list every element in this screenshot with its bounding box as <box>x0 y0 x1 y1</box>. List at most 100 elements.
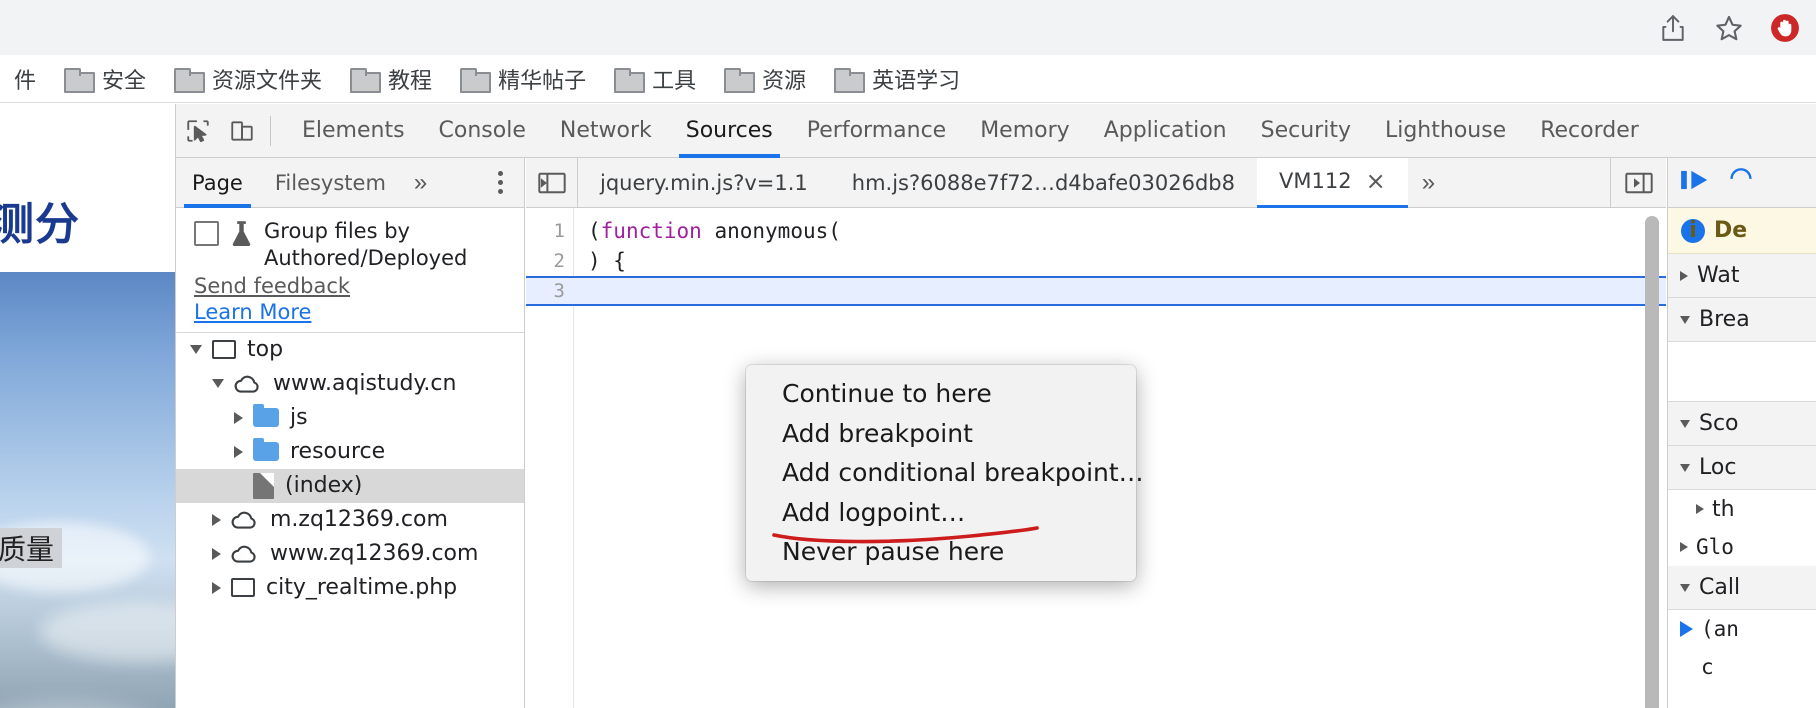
tree-item[interactable]: js <box>176 401 524 435</box>
debugger-section-header[interactable]: Wat <box>1668 254 1816 298</box>
panel-tab-network[interactable]: Network <box>543 104 669 158</box>
bookmark-item[interactable]: 工具 <box>600 59 710 99</box>
bookmark-star-icon[interactable] <box>1712 11 1746 45</box>
file-tab[interactable]: jquery.min.js?v=1.1 <box>578 158 830 208</box>
folder-icon <box>614 68 646 93</box>
debugger-section-header[interactable]: Sco <box>1668 402 1816 446</box>
inspect-element-icon[interactable] <box>176 109 220 153</box>
bookmarks-bar: 件 安全 资源文件夹 教程 精华帖子 工具 资源 英语学习 <box>0 55 1816 103</box>
scope-row[interactable]: th <box>1668 490 1816 528</box>
chevron-down-icon[interactable] <box>1680 463 1690 472</box>
debugger-section-header[interactable]: Call <box>1668 566 1816 610</box>
line-number[interactable]: 3 <box>526 280 574 302</box>
context-menu-item[interactable]: Add conditional breakpoint… <box>746 453 1144 493</box>
bookmark-item[interactable]: 安全 <box>50 59 160 99</box>
chevron-down-icon[interactable] <box>1680 583 1690 592</box>
chevron-down-icon[interactable] <box>190 345 202 355</box>
call-stack-row[interactable]: (an <box>1668 610 1816 648</box>
file-tree: top www.aqistudy.cn js resource (index) m.zq1… <box>176 333 524 605</box>
chevron-right-icon[interactable] <box>1680 542 1688 552</box>
cloud-icon <box>234 374 262 394</box>
browser-chrome <box>0 0 1816 55</box>
panel-tab-sources[interactable]: Sources <box>669 104 790 158</box>
context-menu-item[interactable]: Never pause here <box>746 532 1136 572</box>
collapse-navigator-icon[interactable] <box>526 158 578 208</box>
chevron-right-icon[interactable] <box>1696 504 1704 514</box>
extension-hand-icon[interactable] <box>1768 11 1802 45</box>
line-number[interactable]: 1 <box>526 220 574 242</box>
chevron-right-icon[interactable] <box>234 445 243 458</box>
debugger-section-label: Wat <box>1697 263 1740 288</box>
file-tab[interactable]: hm.js?6088e7f72…d4bafe03026db8 <box>830 158 1257 208</box>
context-menu-item[interactable]: Add breakpoint <box>746 414 1136 454</box>
chevron-down-icon[interactable] <box>1680 419 1690 428</box>
page-content-strip: 测分 质量 <box>0 104 175 708</box>
bookmark-item[interactable]: 英语学习 <box>820 59 974 99</box>
show-debugger-sidebar-icon[interactable] <box>1610 158 1666 208</box>
tree-item[interactable]: m.zq12369.com <box>176 503 524 537</box>
call-stack-row-label: (an <box>1701 617 1739 641</box>
send-feedback-link[interactable]: Send feedback <box>176 274 524 298</box>
resume-script-icon[interactable] <box>1680 167 1714 198</box>
bookmark-item[interactable]: 资源 <box>710 59 820 99</box>
file-tab[interactable]: VM112 × <box>1257 158 1408 208</box>
editor-tabbar: jquery.min.js?v=1.1 hm.js?6088e7f72…d4baf… <box>526 158 1666 208</box>
bookmark-item[interactable]: 件 <box>0 59 50 99</box>
chevron-down-icon[interactable] <box>1680 315 1690 324</box>
learn-more-link[interactable]: Learn More <box>176 300 524 324</box>
close-icon[interactable]: × <box>1366 169 1386 193</box>
share-icon[interactable] <box>1656 11 1690 45</box>
code-line[interactable]: 2) { <box>526 246 1666 276</box>
panel-tab-security[interactable]: Security <box>1244 104 1368 158</box>
tree-item-label: (index) <box>285 473 363 499</box>
line-number[interactable]: 2 <box>526 250 574 272</box>
bookmark-item[interactable]: 资源文件夹 <box>160 59 336 99</box>
tree-item-label: www.aqistudy.cn <box>273 371 457 397</box>
editor-vertical-scrollbar[interactable] <box>1645 216 1659 708</box>
cloud-icon <box>231 510 259 530</box>
tree-item[interactable]: resource <box>176 435 524 469</box>
navigator-more-tabs-icon[interactable]: » <box>402 169 439 197</box>
tree-item[interactable]: www.aqistudy.cn <box>176 367 524 401</box>
navigator-tab-page[interactable]: Page <box>176 158 259 208</box>
bookmark-item[interactable]: 教程 <box>336 59 446 99</box>
panel-tab-recorder[interactable]: Recorder <box>1523 104 1656 158</box>
more-file-tabs-icon[interactable]: » <box>1408 169 1449 197</box>
context-menu-item[interactable]: Add logpoint… <box>746 493 1136 533</box>
chevron-right-icon[interactable] <box>1680 270 1688 281</box>
code-line[interactable]: 3 <box>526 276 1666 306</box>
folder-icon <box>724 68 756 93</box>
bookmark-item[interactable]: 精华帖子 <box>446 59 600 99</box>
page-title-fragment: 测分 <box>0 167 175 272</box>
chevron-right-icon[interactable] <box>234 411 243 424</box>
tree-item[interactable]: city_realtime.php <box>176 571 524 605</box>
panel-tab-console[interactable]: Console <box>422 104 543 158</box>
scope-row[interactable]: Glo <box>1668 528 1816 566</box>
panel-tab-memory[interactable]: Memory <box>963 104 1086 158</box>
paused-banner-text: De <box>1714 218 1748 243</box>
debugger-section-header[interactable]: Brea <box>1668 298 1816 342</box>
panel-tab-performance[interactable]: Performance <box>790 104 963 158</box>
chevron-right-icon[interactable] <box>212 513 221 526</box>
navigator-tab-filesystem[interactable]: Filesystem <box>259 158 402 208</box>
navigator-more-options-icon[interactable] <box>486 167 514 199</box>
panel-tab-elements[interactable]: Elements <box>285 104 422 158</box>
file-tab-label: jquery.min.js?v=1.1 <box>600 170 808 195</box>
folder-icon <box>460 68 492 93</box>
call-stack-row[interactable]: c <box>1668 648 1816 686</box>
editor-context-menu: Continue to here Add breakpoint Add condit… <box>746 365 1144 581</box>
chevron-right-icon[interactable] <box>212 581 221 594</box>
panel-tab-lighthouse[interactable]: Lighthouse <box>1368 104 1523 158</box>
chevron-right-icon[interactable] <box>212 547 221 560</box>
tree-item[interactable]: (index) <box>176 468 524 503</box>
context-menu-item[interactable]: Continue to here <box>746 374 1136 414</box>
chevron-down-icon[interactable] <box>212 379 224 389</box>
step-over-icon[interactable] <box>1728 167 1754 198</box>
device-toolbar-icon[interactable] <box>220 109 264 153</box>
debugger-section-header[interactable]: Loc <box>1668 446 1816 490</box>
code-line[interactable]: 1 (function anonymous( <box>526 216 1666 246</box>
tree-item[interactable]: www.zq12369.com <box>176 537 524 571</box>
group-files-checkbox[interactable] <box>194 221 219 246</box>
tree-item[interactable]: top <box>176 333 524 367</box>
panel-tab-application[interactable]: Application <box>1087 104 1244 158</box>
